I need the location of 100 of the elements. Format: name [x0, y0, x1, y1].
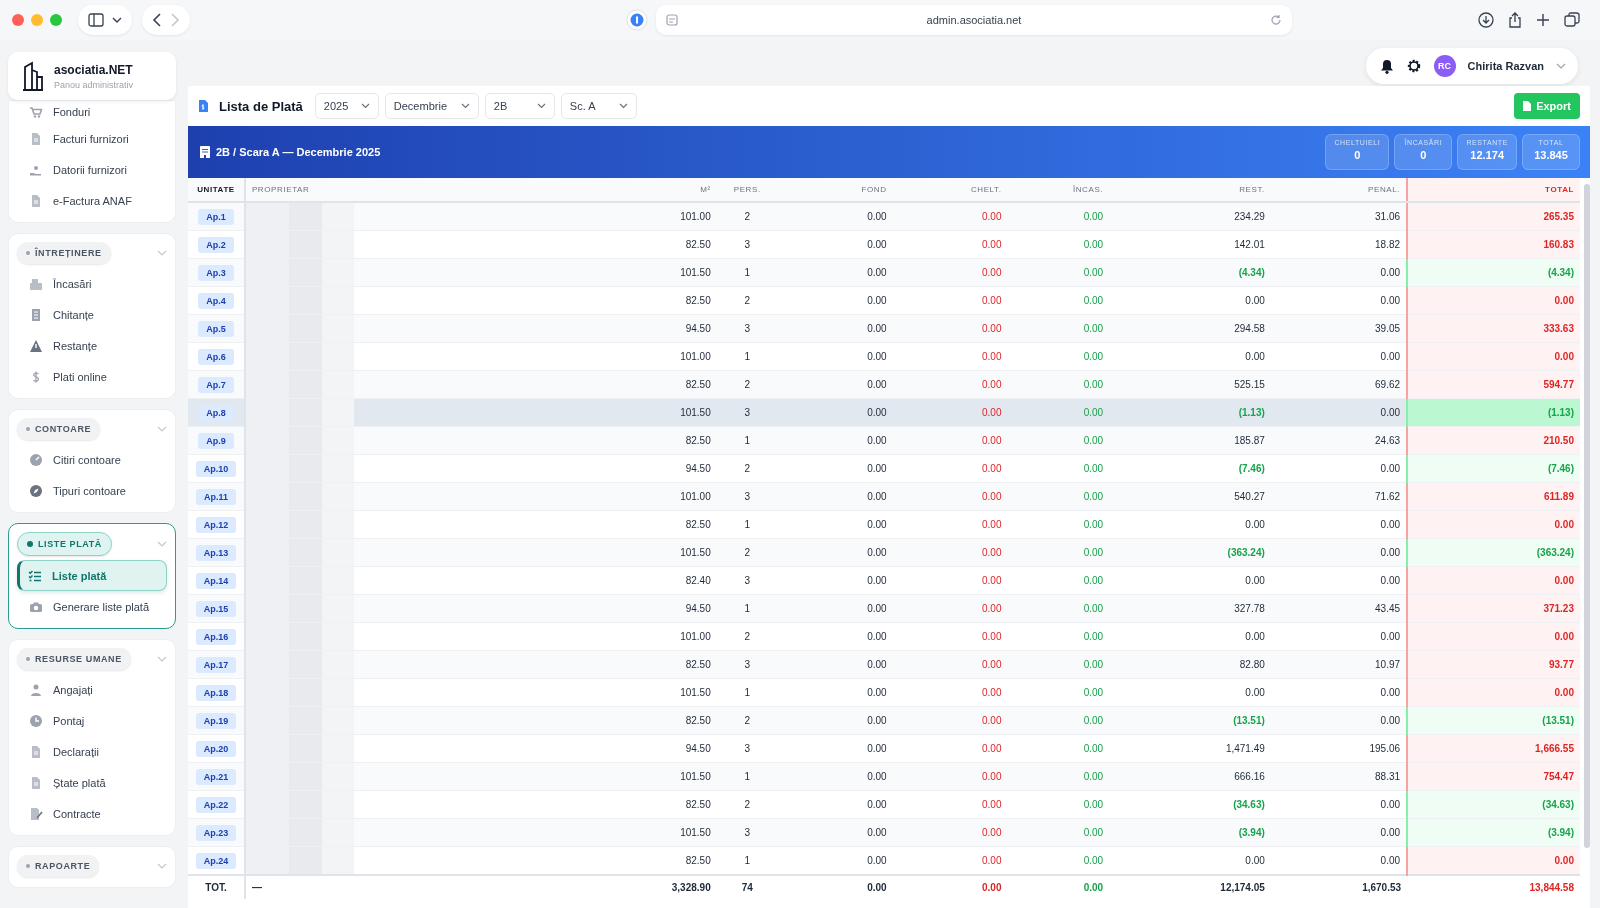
- unit-tag[interactable]: Ap.24: [195, 852, 237, 869]
- table-cell: 0.00: [777, 566, 893, 595]
- scrollbar[interactable]: [1584, 184, 1590, 848]
- settings-icon[interactable]: [1405, 58, 1422, 74]
- sidebar-item[interactable]: e-Factura ANAF: [17, 185, 167, 216]
- download-icon[interactable]: [1478, 12, 1494, 28]
- chevron-down-icon[interactable]: [1556, 62, 1566, 70]
- sidebar-item[interactable]: Contracte: [17, 798, 167, 829]
- column-header[interactable]: REST.: [1109, 178, 1271, 202]
- unit-tag[interactable]: Ap.7: [198, 376, 234, 393]
- table-row[interactable]: Ap.8 101.50 3 0.00 0.00 0.00 (1.13) 0.00 (1.13): [188, 398, 1580, 427]
- table-row[interactable]: Ap.7 82.50 2 0.00 0.00 0.00 525.15 69.62 594.77: [188, 370, 1580, 399]
- filter-dropdown[interactable]: Sc. A: [560, 93, 637, 119]
- unit-tag[interactable]: Ap.3: [198, 264, 234, 281]
- unit-tag[interactable]: Ap.10: [195, 460, 237, 477]
- sidebar-item[interactable]: Declarații: [17, 736, 167, 767]
- unit-tag[interactable]: Ap.2: [198, 236, 234, 253]
- unit-tag[interactable]: Ap.6: [198, 348, 234, 365]
- sidebar-item[interactable]: Plati online: [17, 361, 167, 392]
- unit-tag[interactable]: Ap.23: [195, 824, 237, 841]
- sidebar-item[interactable]: Pontaj: [17, 705, 167, 736]
- unit-tag[interactable]: Ap.11: [195, 488, 236, 505]
- sidebar-item[interactable]: Tipuri contoare: [17, 475, 167, 506]
- filter-dropdown[interactable]: 2B: [484, 93, 555, 119]
- unit-tag[interactable]: Ap.20: [195, 740, 237, 757]
- filter-dropdown[interactable]: Decembrie: [384, 93, 479, 119]
- table-row[interactable]: Ap.1 101.00 2 0.00 0.00 0.00 234.29 31.06 265.35: [188, 202, 1580, 231]
- share-icon[interactable]: [1508, 12, 1522, 28]
- table-row[interactable]: Ap.11 101.00 3 0.00 0.00 0.00 540.27 71.62 611.89: [188, 482, 1580, 511]
- back-icon[interactable]: [152, 13, 162, 27]
- sidebar-item[interactable]: Generare liste plată: [17, 591, 167, 622]
- section-header[interactable]: LISTE PLATĂ: [17, 532, 112, 556]
- tabs-icon[interactable]: [1564, 12, 1580, 28]
- filter-dropdown[interactable]: 2025: [314, 93, 379, 119]
- sidebar-item[interactable]: Angajați: [17, 674, 167, 705]
- column-header[interactable]: TOTAL: [1407, 178, 1580, 202]
- column-header[interactable]: CHELT.: [892, 178, 1008, 202]
- section-header[interactable]: RESURSE UMANE: [17, 648, 131, 670]
- column-header[interactable]: UNITATE: [188, 178, 245, 202]
- chevron-down-icon[interactable]: [157, 862, 167, 870]
- forward-icon[interactable]: [170, 13, 180, 27]
- unit-tag[interactable]: Ap.17: [195, 656, 237, 673]
- close-button[interactable]: [12, 14, 24, 26]
- table-row[interactable]: Ap.21 101.50 1 0.00 0.00 0.00 666.16 88.31 754.47: [188, 762, 1580, 791]
- column-header[interactable]: ÎNCAS.: [1007, 178, 1110, 202]
- table-row[interactable]: Ap.23 101.50 3 0.00 0.00 0.00 (3.94) 0.00 (3.94): [188, 818, 1580, 847]
- sidebar-item[interactable]: Facturi furnizori: [17, 123, 167, 154]
- unit-tag[interactable]: Ap.9: [198, 432, 234, 449]
- unit-tag[interactable]: Ap.16: [195, 628, 237, 645]
- bell-icon[interactable]: [1379, 58, 1394, 74]
- zoom-button[interactable]: [50, 14, 62, 26]
- section-header[interactable]: RAPOARTE: [17, 855, 100, 877]
- sidebar-item[interactable]: Liste plată: [17, 560, 167, 591]
- unit-tag[interactable]: Ap.4: [198, 292, 234, 309]
- reload-icon[interactable]: [1270, 14, 1282, 26]
- chevron-down-icon[interactable]: [157, 249, 167, 257]
- unit-tag[interactable]: Ap.18: [195, 684, 237, 701]
- unit-tag[interactable]: Ap.12: [195, 516, 237, 533]
- address-bar[interactable]: admin.asociatia.net: [656, 5, 1292, 35]
- chevron-down-icon[interactable]: [157, 655, 167, 663]
- sidebar-item[interactable]: Ștate plată: [17, 767, 167, 798]
- table-row[interactable]: Ap.13 101.50 2 0.00 0.00 0.00 (363.24) 0.00 (363.24): [188, 538, 1580, 567]
- unit-tag[interactable]: Ap.5: [198, 320, 234, 337]
- unit-tag[interactable]: Ap.19: [195, 712, 237, 729]
- table-row[interactable]: Ap.5 94.50 3 0.00 0.00 0.00 294.58 39.05 333.63: [188, 314, 1580, 343]
- unit-tag[interactable]: Ap.13: [195, 544, 237, 561]
- chevron-down-icon[interactable]: [157, 425, 167, 433]
- table-row[interactable]: Ap.15 94.50 1 0.00 0.00 0.00 327.78 43.45 371.23: [188, 594, 1580, 623]
- logo-card[interactable]: asociatia.NET Panou administrativ: [8, 52, 176, 100]
- unit-tag[interactable]: Ap.21: [195, 768, 237, 785]
- sidebar-toggle-button[interactable]: [78, 5, 132, 35]
- sidebar-item[interactable]: Încasări: [17, 268, 167, 299]
- column-header[interactable]: PERS.: [716, 178, 778, 202]
- user-name[interactable]: Chirita Razvan: [1467, 60, 1544, 72]
- column-header[interactable]: FOND: [777, 178, 893, 202]
- table-row[interactable]: Ap.9 82.50 1 0.00 0.00 0.00 185.87 24.63 210.50: [188, 426, 1580, 455]
- column-header[interactable]: PROPRIETAR: [244, 178, 550, 202]
- section-header[interactable]: ÎNTREȚINERE: [17, 242, 111, 264]
- column-header[interactable]: M²: [549, 178, 717, 202]
- minimize-button[interactable]: [31, 14, 43, 26]
- sidebar-item[interactable]: Datorii furnizori: [17, 154, 167, 185]
- unit-tag[interactable]: Ap.22: [195, 796, 237, 813]
- avatar[interactable]: RC: [1433, 55, 1456, 77]
- unit-tag[interactable]: Ap.15: [195, 600, 237, 617]
- unit-tag[interactable]: Ap.1: [198, 208, 234, 225]
- password-icon[interactable]: [626, 9, 648, 31]
- new-tab-icon[interactable]: [1536, 13, 1550, 27]
- column-header[interactable]: PENAL.: [1270, 178, 1408, 202]
- table-row[interactable]: Ap.3 101.50 1 0.00 0.00 0.00 (4.34) 0.00 (4.34): [188, 258, 1580, 287]
- unit-tag[interactable]: Ap.8: [198, 404, 234, 421]
- sidebar-item[interactable]: Citiri contoare: [17, 444, 167, 475]
- unit-tag[interactable]: Ap.14: [195, 572, 237, 589]
- sidebar-item[interactable]: Chitanțe: [17, 299, 167, 330]
- sidebar-item[interactable]: Restanțe: [17, 330, 167, 361]
- table-row[interactable]: Ap.17 82.50 3 0.00 0.00 0.00 82.80 10.97 93.77: [188, 650, 1580, 679]
- section-header[interactable]: CONTOARE: [17, 418, 101, 440]
- chevron-down-icon[interactable]: [157, 540, 167, 548]
- table-row[interactable]: Ap.19 82.50 2 0.00 0.00 0.00 (13.51) 0.00 (13.51): [188, 706, 1580, 735]
- sidebar-item[interactable]: Fonduri: [17, 101, 167, 123]
- table-cell: 101.50: [549, 762, 717, 791]
